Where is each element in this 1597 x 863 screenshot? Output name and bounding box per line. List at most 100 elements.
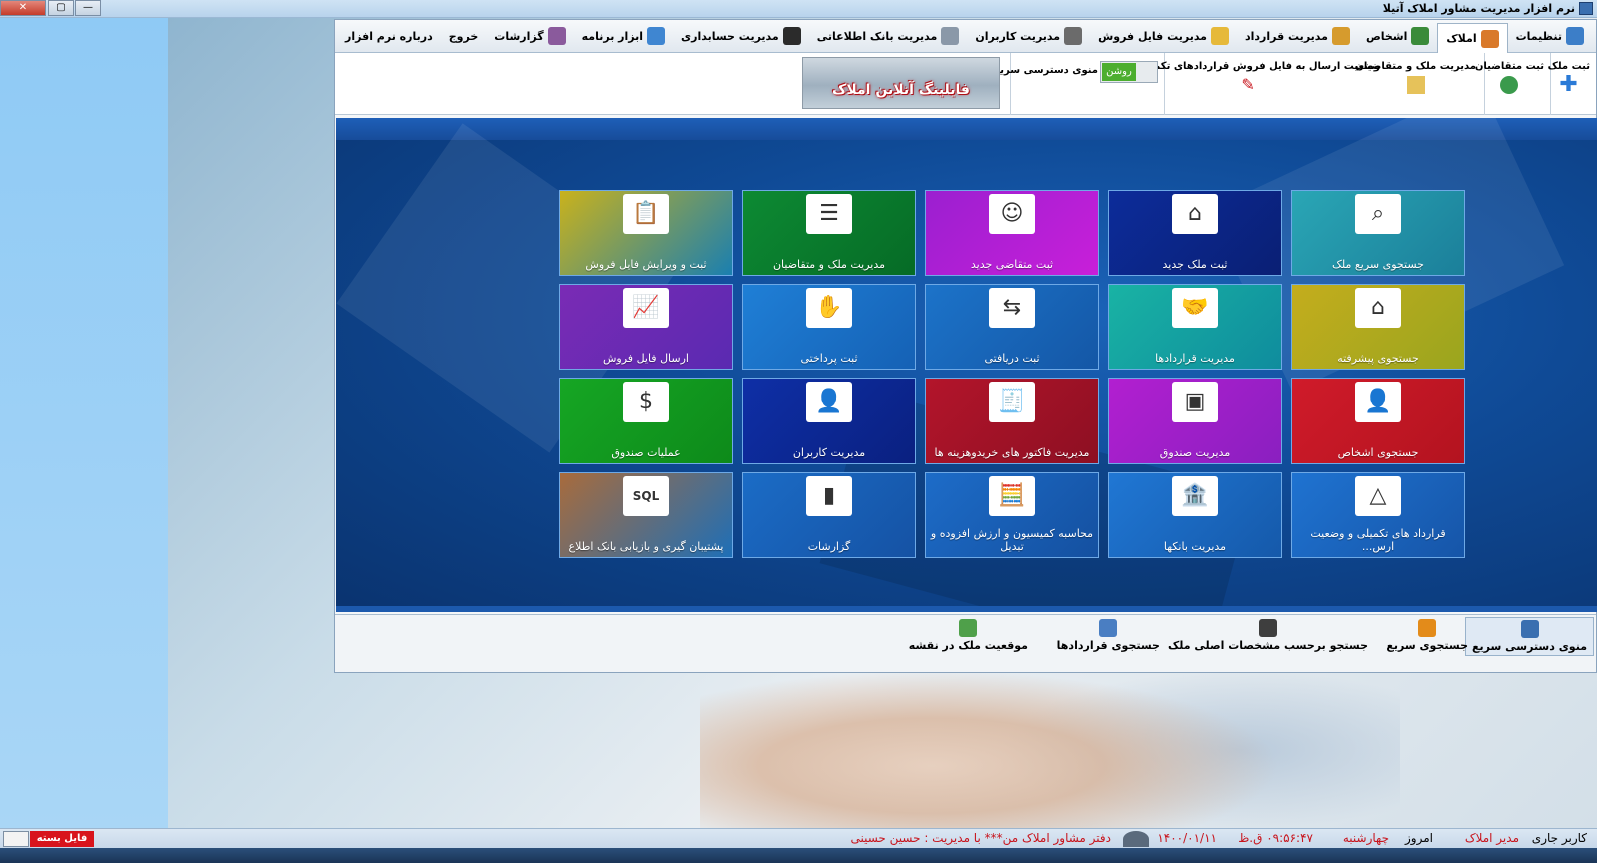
window-titlebar: ✕ ▢ — نرم افزار مدیریت مشاور املاک آتیلا <box>0 0 1597 18</box>
database-icon <box>941 27 960 45</box>
quick-menu-label: منوی دسترسی سریع <box>993 65 1098 76</box>
tab-label: مدیریت کاربران <box>975 29 1061 43</box>
tab-label: مدیریت فایل فروش <box>1098 29 1207 43</box>
tab-label: گزارشات <box>494 29 544 43</box>
quick-item-label: جستجوی قراردادها <box>1056 639 1160 652</box>
tile-label: مدیریت بانکها <box>1163 540 1227 553</box>
quick-item-0[interactable]: منوی دسترسی سریع <box>1465 617 1594 656</box>
toggle-on-label: روشن <box>1102 63 1136 81</box>
register-property-label: ثبت ملک <box>1547 61 1590 72</box>
tile-12[interactable]: 🧾 مدیریت فاکتور های خریدوهزینه ها <box>925 378 1099 464</box>
tile-9[interactable]: 📈 ارسال فایل فروش <box>559 284 733 370</box>
tile-8[interactable]: ✋ ثبت پرداختی <box>742 284 916 370</box>
ribbon-group-applicants: ثبت متقاضیان <box>1475 53 1550 115</box>
quick-item-label: جستجو برحسب مشخصات اصلی ملک <box>1167 639 1368 652</box>
tile-13[interactable]: 👤 مدیریت کاربران <box>742 378 916 464</box>
tile-15[interactable]: △ قرارداد های تکمیلی و وضعیت ارس... <box>1291 472 1465 558</box>
calculator-icon: 🧮 <box>989 476 1035 516</box>
quick-item-label: جستجوی سریع <box>1386 639 1468 652</box>
ribbon-group-quick-menu: منوی دسترسی سریع روشن <box>993 53 1164 115</box>
quick-item-2[interactable]: جستجو برحسب مشخصات اصلی ملک <box>1168 619 1368 652</box>
manager-avatar <box>1123 831 1149 847</box>
invoice-icon: 🧾 <box>989 382 1035 422</box>
tile-16[interactable]: 🏦 مدیریت بانکها <box>1108 472 1282 558</box>
safe-icon: ▣ <box>1172 382 1218 422</box>
tile-10[interactable]: 👤 جستجوی اشخاص <box>1291 378 1465 464</box>
minimize-button[interactable]: — <box>75 0 101 16</box>
app-window: تنظیمات املاک اشخاص مدیریت قرارداد مدیریت فا… <box>334 19 1597 673</box>
tab-11[interactable]: درباره نرم افزار <box>337 22 441 50</box>
tile-5[interactable]: ⌂ جستجوی پیشرفته <box>1291 284 1465 370</box>
tile-4[interactable]: 📋 ثبت و ویرایش فایل فروش <box>559 190 733 276</box>
tab-label: مدیریت بانک اطلاعاتی <box>816 29 938 43</box>
ribbon-group-register-property: ثبت ملک ✚ <box>1547 53 1596 115</box>
banner-text: فایلینگ آنلاین املاک <box>832 82 970 98</box>
quick-item-3[interactable]: جستجوی قراردادها <box>1057 619 1160 652</box>
tab-6[interactable]: مدیریت بانک اطلاعاتی <box>809 22 968 50</box>
tile-18[interactable]: ▮ گزارشات <box>742 472 916 558</box>
current-user-label: کاربر جاری <box>1531 831 1587 845</box>
tile-19[interactable]: SQL پشتیبان گیری و بازیابی بانک اطلاع <box>559 472 733 558</box>
tile-6[interactable]: 🤝 مدیریت قراردادها <box>1108 284 1282 370</box>
tile-11[interactable]: ▣ مدیریت صندوق <box>1108 378 1282 464</box>
tab-5[interactable]: مدیریت کاربران <box>967 22 1090 50</box>
close-button[interactable]: ✕ <box>0 0 46 16</box>
file-state-badge: فایل بسته است <box>30 831 94 860</box>
map-icon <box>959 619 978 637</box>
tab-1[interactable]: املاک <box>1437 22 1508 54</box>
tile-1[interactable]: ⌂ ثبت ملک جدید <box>1108 190 1282 276</box>
users-manage-icon: 👤 <box>806 382 852 422</box>
tile-label: مدیریت ملک و متقاضیان <box>772 258 886 271</box>
register-applicants-button[interactable]: ثبت متقاضیان <box>1475 61 1544 94</box>
gear-icon <box>1566 27 1584 45</box>
payment-icon: ✋ <box>806 288 852 328</box>
tile-17[interactable]: 🧮 محاسبه کمیسیون و ارزش افزوده و تبدیل <box>925 472 1099 558</box>
quick-item-4[interactable]: موقعیت ملک در نقشه <box>909 619 1028 652</box>
reports-chart-icon: ▮ <box>806 476 852 516</box>
tile-14[interactable]: $ عملیات صندوق <box>559 378 733 464</box>
tab-4[interactable]: مدیریت فایل فروش <box>1090 22 1237 50</box>
tile-label: پشتیبان گیری و بازیابی بانک اطلاع <box>568 540 724 553</box>
quick-menu-toggle[interactable]: روشن <box>1100 61 1158 83</box>
tab-2[interactable]: اشخاص <box>1358 22 1437 50</box>
maximize-button[interactable]: ▢ <box>48 0 74 16</box>
tab-label: اشخاص <box>1365 29 1408 43</box>
contract-search-icon <box>1099 619 1118 637</box>
date-value: ۱۴۰۰/۰۱/۱۱ <box>1157 831 1217 845</box>
tab-label: درباره نرم افزار <box>345 29 433 43</box>
advanced-search-icon: ⌂ <box>1355 288 1401 328</box>
tab-label: مدیریت قرارداد <box>1245 29 1328 43</box>
register-property-button[interactable]: ثبت ملک ✚ <box>1547 61 1590 97</box>
tile-3[interactable]: ☰ مدیریت ملک و متقاضیان <box>742 190 916 276</box>
tab-7[interactable]: مدیریت حسابداری <box>673 22 809 50</box>
tile-0[interactable]: ⌕ جستجوی سریع ملک <box>1291 190 1465 276</box>
contract-icon <box>1331 27 1350 45</box>
tab-10[interactable]: خروج <box>441 22 487 50</box>
quick-search-icon <box>1418 619 1437 637</box>
quick-item-label: موقعیت ملک در نقشه <box>908 639 1028 652</box>
tile-7[interactable]: ⇆ ثبت دریافتی <box>925 284 1099 370</box>
tile-label: ثبت پرداختی <box>800 352 858 365</box>
ribbon-group-manage: مدیریت ملک و متقاضیان وضعیت ارسال به فای… <box>1116 53 1484 115</box>
bank-icon: 🏦 <box>1172 476 1218 516</box>
status-bar: کاربر جاری مدیر املاک امروز چهارشنبه ۰۹:… <box>0 828 1597 860</box>
applicants-icon <box>1500 76 1519 94</box>
tile-label: مدیریت کاربران <box>792 446 866 459</box>
quick-item-1[interactable]: جستجوی سریع <box>1386 619 1468 652</box>
tile-2[interactable]: ☺ ثبت متقاضی جدید <box>925 190 1099 276</box>
tab-label: خروج <box>448 29 479 43</box>
tab-0[interactable]: تنظیمات <box>1508 22 1592 50</box>
sql-backup-icon: SQL <box>623 476 669 516</box>
plus-icon: ✚ <box>1559 72 1578 97</box>
tab-3[interactable]: مدیریت قرارداد <box>1237 22 1358 50</box>
tile-label: گزارشات <box>807 540 851 553</box>
tile-label: قرارداد های تکمیلی و وضعیت ارس... <box>1310 527 1446 553</box>
tab-9[interactable]: گزارشات <box>486 22 573 50</box>
current-user-value: مدیر املاک <box>1464 831 1519 845</box>
menu-tabs: تنظیمات املاک اشخاص مدیریت قرارداد مدیریت فا… <box>335 20 1596 54</box>
dashboard-panel: ⌕ جستجوی سریع ملک ⌂ ثبت ملک جدید ☺ ثبت متقاضی… <box>336 118 1597 612</box>
filing-online-banner[interactable]: فایلینگ آنلاین املاک <box>802 57 1000 109</box>
tile-label: مدیریت صندوق <box>1159 446 1231 459</box>
tab-8[interactable]: ابزار برنامه <box>574 22 673 50</box>
tab-label: ابزار برنامه <box>581 29 644 43</box>
